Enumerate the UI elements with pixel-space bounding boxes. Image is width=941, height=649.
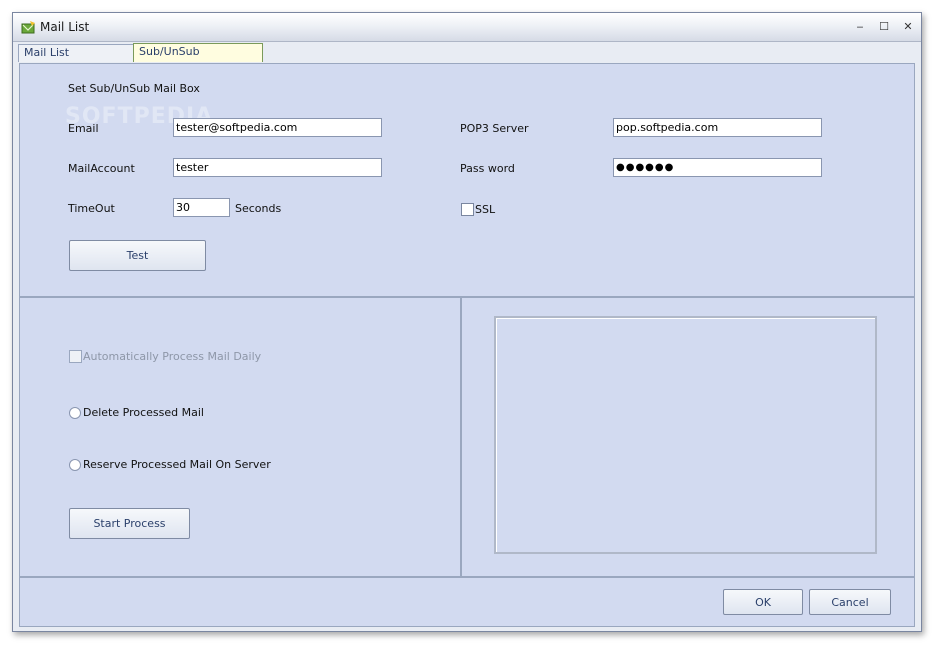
auto-process-label: Automatically Process Mail Daily [83, 350, 262, 363]
reserve-processed-radio[interactable] [69, 459, 81, 471]
ok-button[interactable]: OK [723, 589, 803, 615]
close-button[interactable]: ✕ [898, 18, 918, 36]
delete-processed-radio[interactable] [69, 407, 81, 419]
reserve-processed-label: Reserve Processed Mail On Server [83, 458, 271, 471]
test-button[interactable]: Test [69, 240, 206, 271]
pop3-server-field[interactable]: pop.softpedia.com [613, 118, 822, 137]
tab-mail-list-management[interactable]: Mail List Management [18, 44, 134, 75]
start-process-button[interactable]: Start Process [69, 508, 190, 539]
mail-list-window: Mail List ‒ ☐ ✕ Mail List Management Sub… [12, 12, 922, 632]
timeout-label: TimeOut [68, 202, 115, 215]
mail-list-icon [21, 21, 35, 34]
timeout-unit-label: Seconds [235, 202, 282, 215]
mail-account-field[interactable]: tester [173, 158, 382, 177]
process-options-panel: Automatically Process Mail Daily Delete … [19, 297, 461, 577]
ssl-label: SSL [475, 203, 496, 216]
timeout-field[interactable]: 30 [173, 198, 230, 217]
window-title: Mail List [40, 20, 90, 34]
log-output-box [494, 316, 877, 554]
password-field[interactable]: ●●●●●● [613, 158, 822, 177]
email-field[interactable]: tester@softpedia.com [173, 118, 382, 137]
email-label: Email [68, 122, 99, 135]
dialog-footer: OK Cancel [19, 577, 915, 627]
minimize-button[interactable]: ‒ [850, 18, 870, 36]
auto-process-checkbox[interactable] [69, 350, 82, 363]
cancel-button[interactable]: Cancel [809, 589, 891, 615]
password-label: Pass word [460, 162, 515, 175]
mailbox-settings-panel: SOFTPEDIA Set Sub/UnSub Mail Box Email t… [19, 63, 915, 297]
mail-account-label: MailAccount [68, 162, 135, 175]
section-title: Set Sub/UnSub Mail Box [68, 82, 200, 95]
maximize-button[interactable]: ☐ [874, 18, 894, 36]
tab-sub-unsub-management[interactable]: Sub/UnSub Management [133, 43, 263, 74]
ssl-checkbox[interactable] [461, 203, 474, 216]
pop3-server-label: POP3 Server [460, 122, 529, 135]
delete-processed-label: Delete Processed Mail [83, 406, 204, 419]
log-panel [461, 297, 915, 577]
title-bar: Mail List ‒ ☐ ✕ [13, 13, 921, 42]
